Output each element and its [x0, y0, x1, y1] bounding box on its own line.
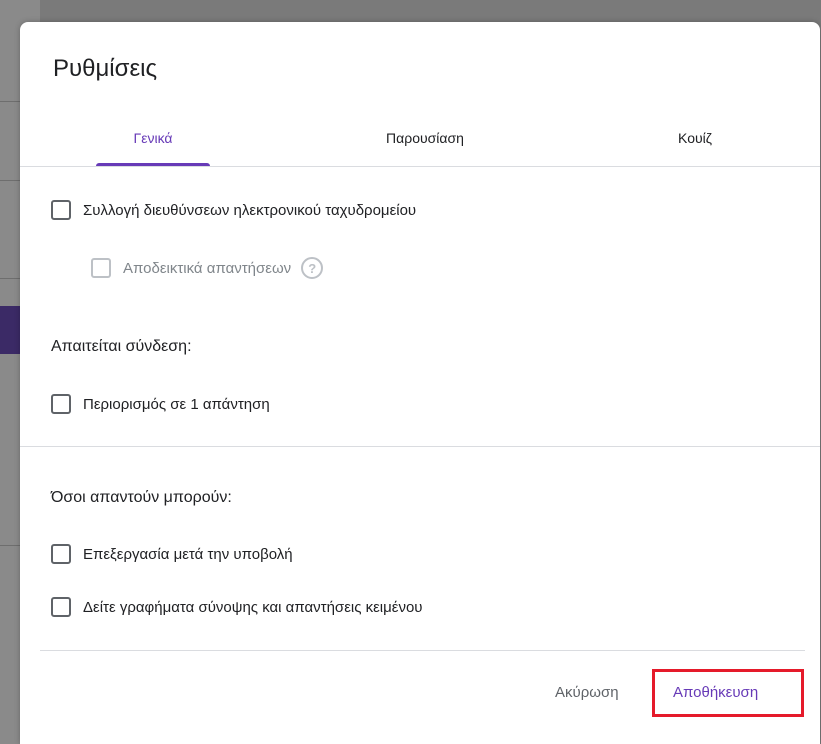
- see-summary-label: Δείτε γραφήματα σύνοψης και απαντήσεις κ…: [83, 598, 423, 616]
- dialog-title: Ρυθμίσεις: [53, 55, 158, 82]
- background-divider: [0, 180, 20, 181]
- background-purple-bar: [0, 306, 20, 354]
- background-divider: [0, 101, 20, 102]
- tab-presentation-label: Παρουσίαση: [386, 130, 464, 146]
- edit-after-submit-label: Επεξεργασία μετά την υποβολή: [83, 545, 293, 563]
- active-tab-indicator: [96, 163, 210, 166]
- help-icon[interactable]: ?: [301, 257, 324, 279]
- save-button-highlight: [652, 669, 804, 717]
- settings-dialog: Ρυθμίσεις Γενικά Παρουσίαση Κουίζ Συλλογ…: [20, 22, 820, 744]
- section-divider: [20, 446, 820, 447]
- limit-one-response-checkbox[interactable]: [51, 394, 71, 414]
- tab-general[interactable]: Γενικά: [96, 118, 210, 166]
- tab-quiz[interactable]: Κουίζ: [645, 118, 745, 166]
- tab-general-label: Γενικά: [133, 130, 173, 146]
- tab-quiz-label: Κουίζ: [678, 130, 712, 146]
- collect-emails-label: Συλλογή διευθύνσεων ηλεκτρονικού ταχυδρο…: [83, 201, 417, 219]
- limit-one-response-option[interactable]: Περιορισμός σε 1 απάντηση: [51, 390, 270, 418]
- respondents-can-heading: Όσοι απαντούν μπορούν:: [51, 489, 232, 506]
- response-receipts-label: Αποδεικτικά απαντήσεων: [123, 259, 292, 277]
- collect-emails-checkbox[interactable]: [51, 200, 71, 220]
- response-receipts-checkbox: [91, 258, 111, 278]
- background-divider: [0, 545, 20, 546]
- requires-signin-heading: Απαιτείται σύνδεση:: [51, 338, 192, 355]
- see-summary-checkbox[interactable]: [51, 597, 71, 617]
- settings-tabs: Γενικά Παρουσίαση Κουίζ: [20, 118, 820, 167]
- limit-one-response-label: Περιορισμός σε 1 απάντηση: [83, 395, 270, 413]
- response-receipts-option: Αποδεικτικά απαντήσεων ?: [91, 254, 324, 282]
- background-divider: [0, 278, 20, 279]
- see-summary-option[interactable]: Δείτε γραφήματα σύνοψης και απαντήσεις κ…: [51, 593, 423, 621]
- collect-emails-option[interactable]: Συλλογή διευθύνσεων ηλεκτρονικού ταχυδρο…: [51, 196, 416, 224]
- edit-after-submit-checkbox[interactable]: [51, 544, 71, 564]
- cancel-button[interactable]: Ακύρωση: [543, 675, 631, 711]
- edit-after-submit-option[interactable]: Επεξεργασία μετά την υποβολή: [51, 540, 293, 568]
- footer-divider: [40, 650, 805, 651]
- tab-presentation[interactable]: Παρουσίαση: [355, 118, 495, 166]
